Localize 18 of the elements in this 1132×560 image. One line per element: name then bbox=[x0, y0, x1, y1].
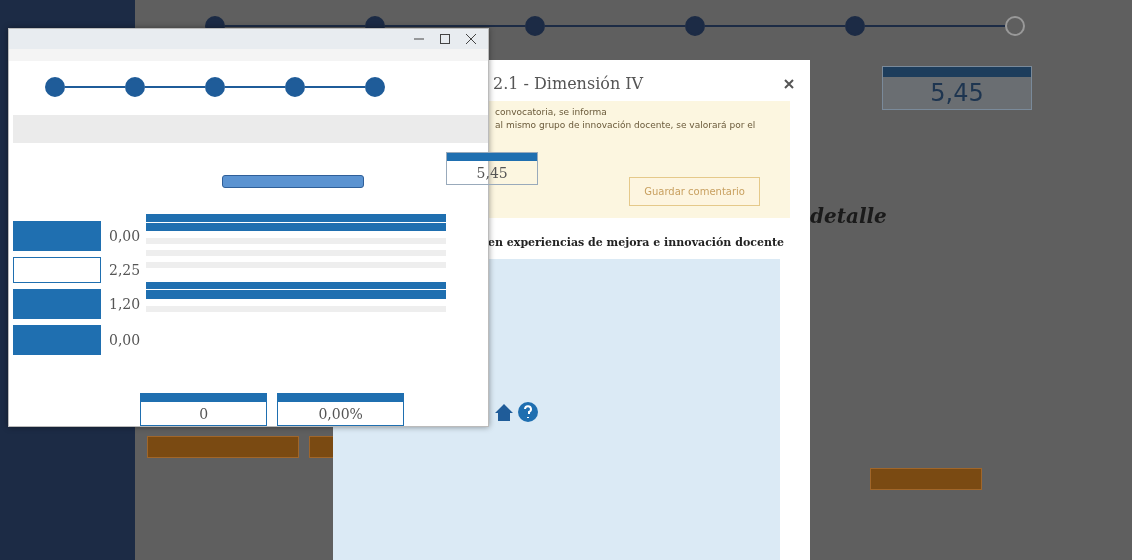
save-button[interactable]: Guardar comentario bbox=[629, 177, 760, 206]
section-title: en experiencias de mejora e innovación docente bbox=[487, 235, 785, 251]
summary-value: 0,00% bbox=[317, 405, 364, 424]
total-value: 5,45 bbox=[929, 78, 985, 109]
help-icon[interactable] bbox=[518, 402, 539, 422]
maximize-icon[interactable] bbox=[440, 34, 450, 44]
total-value: 5,45 bbox=[475, 164, 509, 183]
score-value: 1,20 bbox=[109, 296, 141, 312]
score-value: 0,00 bbox=[109, 228, 141, 244]
notice-text: al mismo grupo de innovación docente, se valorará por el bbox=[495, 120, 757, 130]
home-icon[interactable] bbox=[494, 402, 515, 422]
section-heading: detalle bbox=[810, 204, 888, 228]
notice-text: convocatoria, se informa bbox=[495, 107, 608, 117]
summary-value: 0 bbox=[198, 405, 210, 424]
modal-title: 2.1 - Dimensión IV bbox=[493, 74, 644, 93]
score-value: 0,00 bbox=[109, 332, 141, 348]
score-value: 2,25 bbox=[109, 262, 141, 278]
close-icon[interactable] bbox=[466, 34, 476, 44]
